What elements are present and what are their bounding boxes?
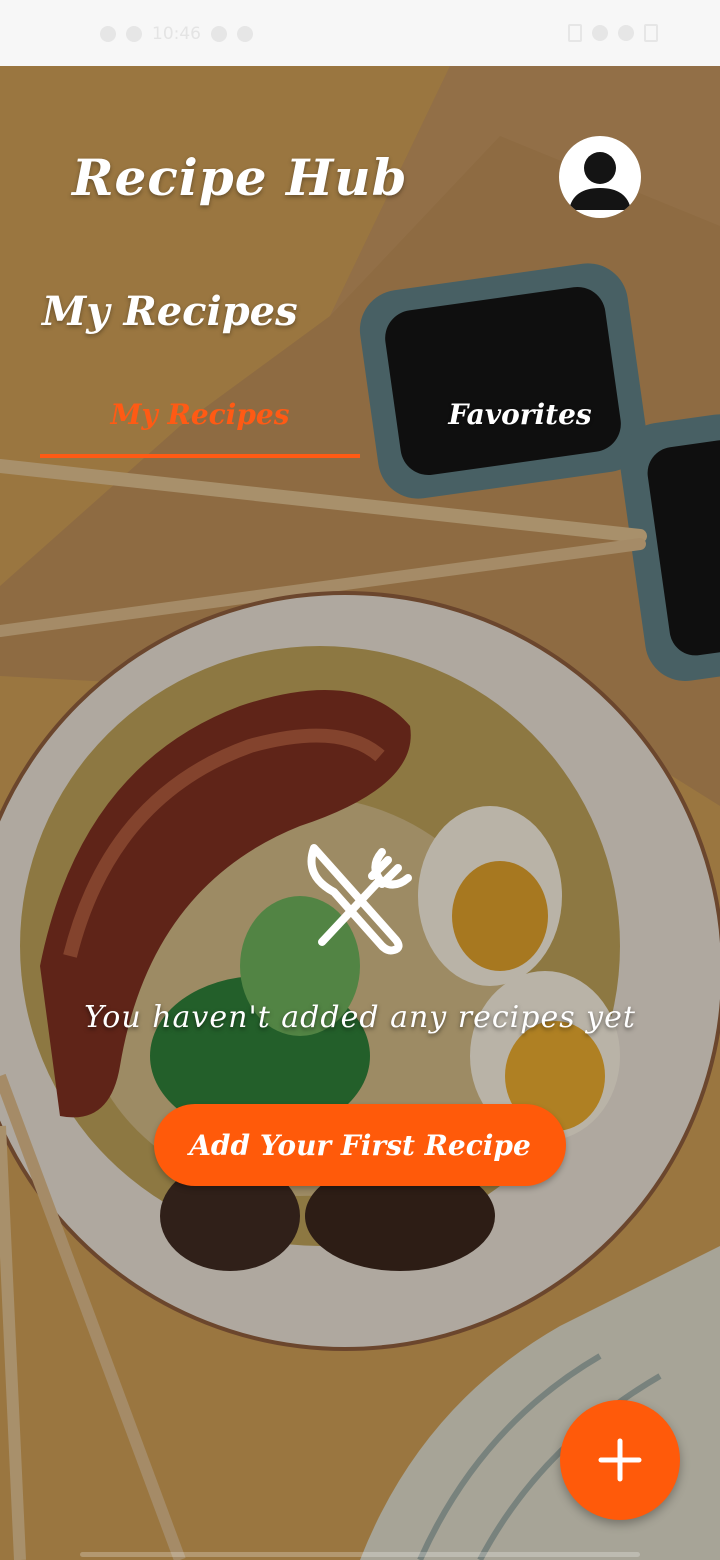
status-left: 10:46 [100, 24, 253, 44]
tab-favorites[interactable]: Favorites [360, 392, 680, 454]
wifi-icon [126, 26, 142, 42]
alarm-icon [211, 26, 227, 42]
plus-icon [598, 1438, 642, 1482]
signal-icon [100, 26, 116, 42]
navigation-handle[interactable] [80, 1552, 640, 1557]
tab-indicator [40, 454, 360, 458]
cutlery-icon [307, 844, 412, 955]
notification-icon [568, 24, 582, 42]
tab-bar: My Recipes Favorites [40, 392, 680, 462]
section-title: My Recipes [42, 288, 298, 335]
empty-state-message: You haven't added any recipes yet [84, 1000, 636, 1035]
location-icon [592, 25, 608, 41]
status-time: 10:46 [152, 24, 201, 44]
vibrate-icon [618, 25, 634, 41]
status-right [568, 24, 658, 42]
status-bar: 10:46 [0, 0, 720, 66]
settings-icon [237, 26, 253, 42]
add-recipe-fab[interactable] [560, 1400, 680, 1520]
person-icon [569, 152, 631, 210]
tab-my-recipes[interactable]: My Recipes [40, 392, 360, 454]
app-title: Recipe Hub [72, 148, 408, 207]
profile-button[interactable] [559, 136, 641, 218]
add-first-recipe-button[interactable]: Add Your First Recipe [154, 1104, 566, 1186]
battery-icon [644, 24, 658, 42]
